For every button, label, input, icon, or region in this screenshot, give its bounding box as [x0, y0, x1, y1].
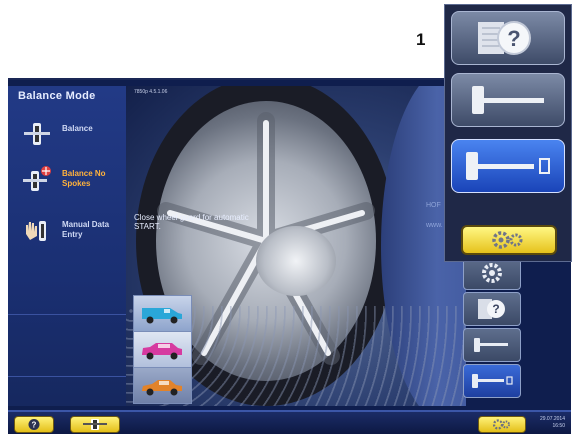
- svg-text:?: ?: [32, 421, 37, 430]
- weight-clip-icon: [472, 86, 544, 114]
- vehicle-sedan-button[interactable]: [133, 367, 192, 404]
- balance-no-spokes-icon: [23, 166, 51, 191]
- balance-mode-bottom-button[interactable]: [70, 416, 120, 433]
- weight-clip-data-icon: [472, 374, 513, 388]
- menu-item-balance-no-spokes[interactable]: Balance No Spokes: [18, 161, 126, 197]
- date-text: 29.07.2014: [539, 416, 565, 422]
- van-icon: [142, 308, 182, 324]
- manual-data-entry-icon: [26, 221, 46, 241]
- balance-icon: [83, 419, 107, 430]
- left-menu: Balance Mode Balance Balance No Spokes M…: [8, 86, 126, 406]
- menu-title: Balance Mode: [18, 90, 96, 102]
- suv-icon: [142, 343, 182, 360]
- help-icon: ?: [478, 299, 505, 319]
- sedan-icon: [142, 380, 182, 396]
- menu-item-label-2: Entry: [62, 230, 83, 239]
- gear-icon: [492, 231, 523, 249]
- version-text: 7850p 4.5.1.06: [134, 89, 168, 95]
- settings-bottom-button[interactable]: [478, 416, 526, 433]
- menu-item-label: Balance No: [62, 169, 106, 178]
- status-message-line1: Close wheel guard for automatic: [134, 213, 249, 222]
- vehicle-van-button[interactable]: [133, 295, 192, 332]
- date-time: 29.07.2014 16:50: [540, 416, 565, 430]
- side-text: HOF www.: [426, 196, 443, 236]
- side-text-line1: HOF: [426, 202, 441, 209]
- help-bottom-button[interactable]: ?: [14, 416, 54, 433]
- menu-item-label-2: Spokes: [62, 179, 91, 188]
- menu-item-balance[interactable]: Balance: [18, 116, 126, 152]
- menu-item-manual-data-entry[interactable]: Manual Data Entry: [18, 212, 126, 248]
- svg-text:?: ?: [507, 26, 520, 51]
- menu-divider: [8, 376, 126, 377]
- overlay-weight-clip-button[interactable]: [451, 73, 565, 127]
- hub-image: [256, 226, 336, 296]
- balance-icon: [24, 123, 50, 145]
- help-button[interactable]: ?: [463, 292, 521, 326]
- overlay-weight-clip-data-button[interactable]: [451, 139, 565, 193]
- overlay-settings-button[interactable]: [461, 225, 557, 255]
- vehicle-suv-button[interactable]: [133, 331, 192, 368]
- time-text: 16:50: [552, 423, 565, 429]
- weight-clip-button[interactable]: [463, 328, 521, 362]
- help-icon: ?: [478, 21, 531, 55]
- zoom-overlay-panel: ?: [444, 4, 572, 262]
- status-message-line2: START.: [134, 222, 161, 231]
- callout-number: 1: [416, 30, 426, 49]
- weight-clip-data-icon: [466, 152, 550, 180]
- help-icon: ?: [28, 419, 40, 430]
- weight-clip-data-button[interactable]: [463, 364, 521, 398]
- menu-item-label: Manual Data: [62, 220, 110, 229]
- side-text-line2: www.: [426, 222, 443, 229]
- weight-clip-icon: [474, 338, 508, 352]
- overlay-help-button[interactable]: ?: [451, 11, 565, 65]
- gear-icon: [492, 419, 510, 430]
- menu-item-label: Balance: [62, 124, 93, 133]
- bottom-bar: ? 29.07.2014 16:50: [8, 410, 571, 434]
- menu-divider: [8, 314, 126, 315]
- status-message: Close wheel guard for automatic START.: [134, 213, 284, 231]
- svg-text:?: ?: [492, 302, 499, 316]
